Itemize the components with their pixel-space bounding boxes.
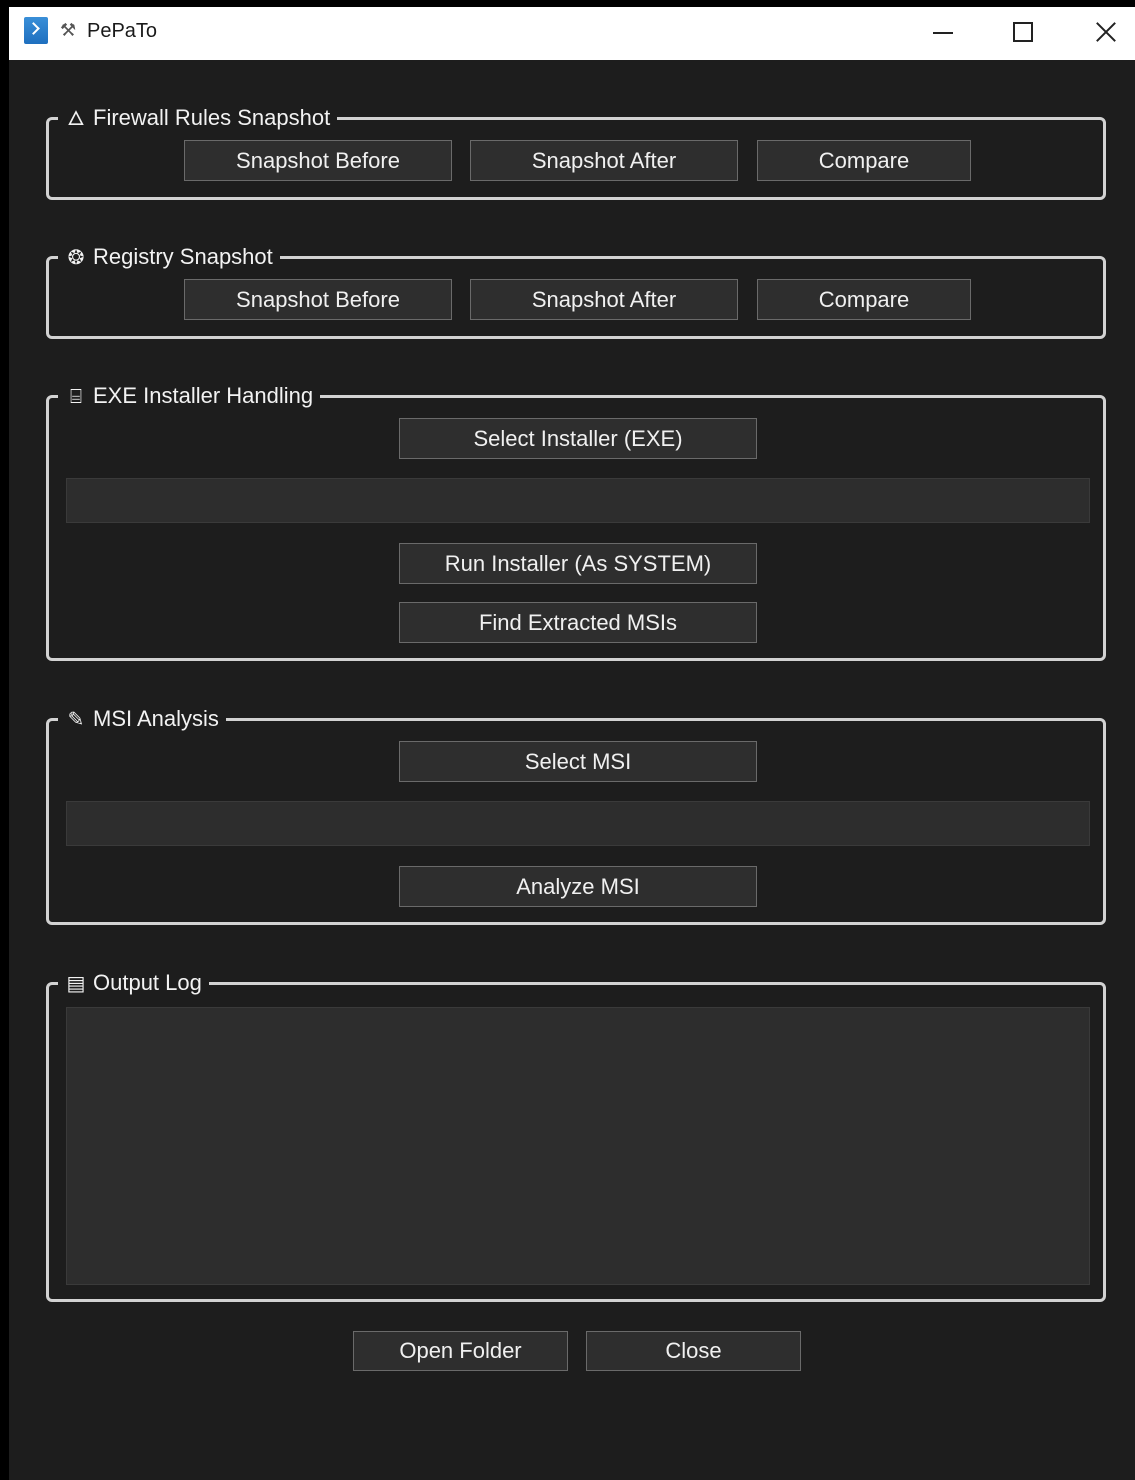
select-msi-button[interactable]: Select MSI — [399, 741, 757, 782]
registry-legend: ❂ Registry Snapshot — [58, 242, 280, 272]
minimize-button[interactable] — [914, 7, 974, 60]
installer-path-field[interactable] — [66, 478, 1090, 523]
registry-snapshot-after-button[interactable]: Snapshot After — [470, 279, 738, 320]
registry-legend-label: Registry Snapshot — [93, 244, 273, 269]
close-button[interactable]: Close — [586, 1331, 801, 1371]
window-title: PePaTo — [87, 20, 158, 42]
firewall-compare-button[interactable]: Compare — [757, 140, 971, 181]
output-log-textbox[interactable] — [66, 1007, 1090, 1285]
title-bar[interactable]: ⚒ PePaTo — [9, 7, 1135, 60]
log-legend: ▤ Output Log — [58, 968, 209, 998]
exe-installer-group: ⌸ EXE Installer Handling Select Installe… — [46, 381, 1106, 661]
firewall-snapshot-before-button[interactable]: Snapshot Before — [184, 140, 452, 181]
log-legend-label: Output Log — [93, 970, 202, 995]
registry-compare-button[interactable]: Compare — [757, 279, 971, 320]
open-folder-button[interactable]: Open Folder — [353, 1331, 568, 1371]
clipboard-icon: ▤ — [66, 971, 86, 995]
firewall-legend: 🜂 Firewall Rules Snapshot — [58, 103, 338, 133]
msi-legend: ✎ MSI Analysis — [58, 704, 226, 734]
tools-icon: ⚒ — [60, 20, 77, 41]
msi-path-field[interactable] — [66, 801, 1090, 846]
firewall-snapshot-after-button[interactable]: Snapshot After — [470, 140, 738, 181]
close-window-button[interactable] — [1075, 7, 1135, 60]
firewall-group: 🜂 Firewall Rules Snapshot Snapshot Befor… — [46, 103, 1106, 200]
exe-legend: ⌸ EXE Installer Handling — [58, 381, 321, 411]
flame-icon: 🜂 — [67, 106, 85, 130]
package-icon: ⌸ — [70, 384, 82, 408]
app-window: ⚒ PePaTo 🜂 Firewall Rules Snapshot Snaps… — [9, 7, 1135, 1480]
registry-group: ❂ Registry Snapshot Snapshot Before Snap… — [46, 242, 1106, 339]
pipette-icon: ✎ — [67, 707, 85, 731]
maximize-button[interactable] — [994, 7, 1054, 60]
registry-snapshot-before-button[interactable]: Snapshot Before — [184, 279, 452, 320]
powershell-icon — [24, 17, 48, 44]
output-log-group: ▤ Output Log — [46, 968, 1106, 1302]
exe-legend-label: EXE Installer Handling — [93, 383, 314, 408]
brain-icon: ❂ — [67, 245, 85, 269]
msi-legend-label: MSI Analysis — [93, 706, 219, 731]
find-extracted-msis-button[interactable]: Find Extracted MSIs — [399, 602, 757, 643]
analyze-msi-button[interactable]: Analyze MSI — [399, 866, 757, 907]
select-installer-button[interactable]: Select Installer (EXE) — [399, 418, 757, 459]
msi-analysis-group: ✎ MSI Analysis Select MSI Analyze MSI — [46, 704, 1106, 925]
firewall-legend-label: Firewall Rules Snapshot — [93, 105, 331, 130]
run-installer-button[interactable]: Run Installer (As SYSTEM) — [399, 543, 757, 584]
